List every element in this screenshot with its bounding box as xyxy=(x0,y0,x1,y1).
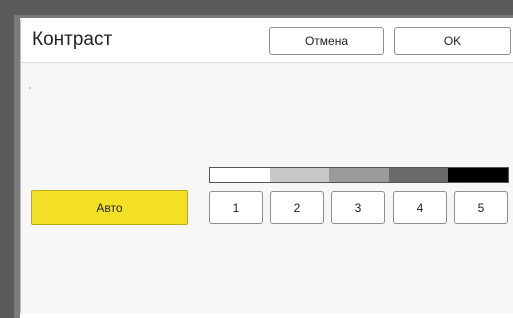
contrast-level-3-button[interactable]: 3 xyxy=(331,191,385,224)
contrast-level-1-button[interactable]: 1 xyxy=(209,191,263,224)
scale-swatch-4 xyxy=(388,168,449,182)
dialog-header: Контраст Отмена OK xyxy=(21,18,513,63)
dialog-content: Авто 1 2 3 4 5 xyxy=(21,63,513,313)
scale-swatch-5 xyxy=(448,168,508,182)
ok-button[interactable]: OK xyxy=(394,27,511,55)
contrast-level-4-button[interactable]: 4 xyxy=(393,191,447,224)
auto-contrast-button[interactable]: Авто xyxy=(31,190,188,225)
scale-swatch-1 xyxy=(210,168,270,182)
decorative-dot xyxy=(29,87,31,89)
dialog-title: Контраст xyxy=(32,29,113,50)
scale-swatch-2 xyxy=(269,168,330,182)
contrast-level-2-button[interactable]: 2 xyxy=(270,191,324,224)
contrast-dialog: Контраст Отмена OK Авто 1 2 3 4 5 xyxy=(20,18,513,315)
cancel-button[interactable]: Отмена xyxy=(269,27,384,55)
contrast-level-5-button[interactable]: 5 xyxy=(454,191,508,224)
contrast-scale xyxy=(209,167,509,183)
scale-swatch-3 xyxy=(329,168,389,182)
